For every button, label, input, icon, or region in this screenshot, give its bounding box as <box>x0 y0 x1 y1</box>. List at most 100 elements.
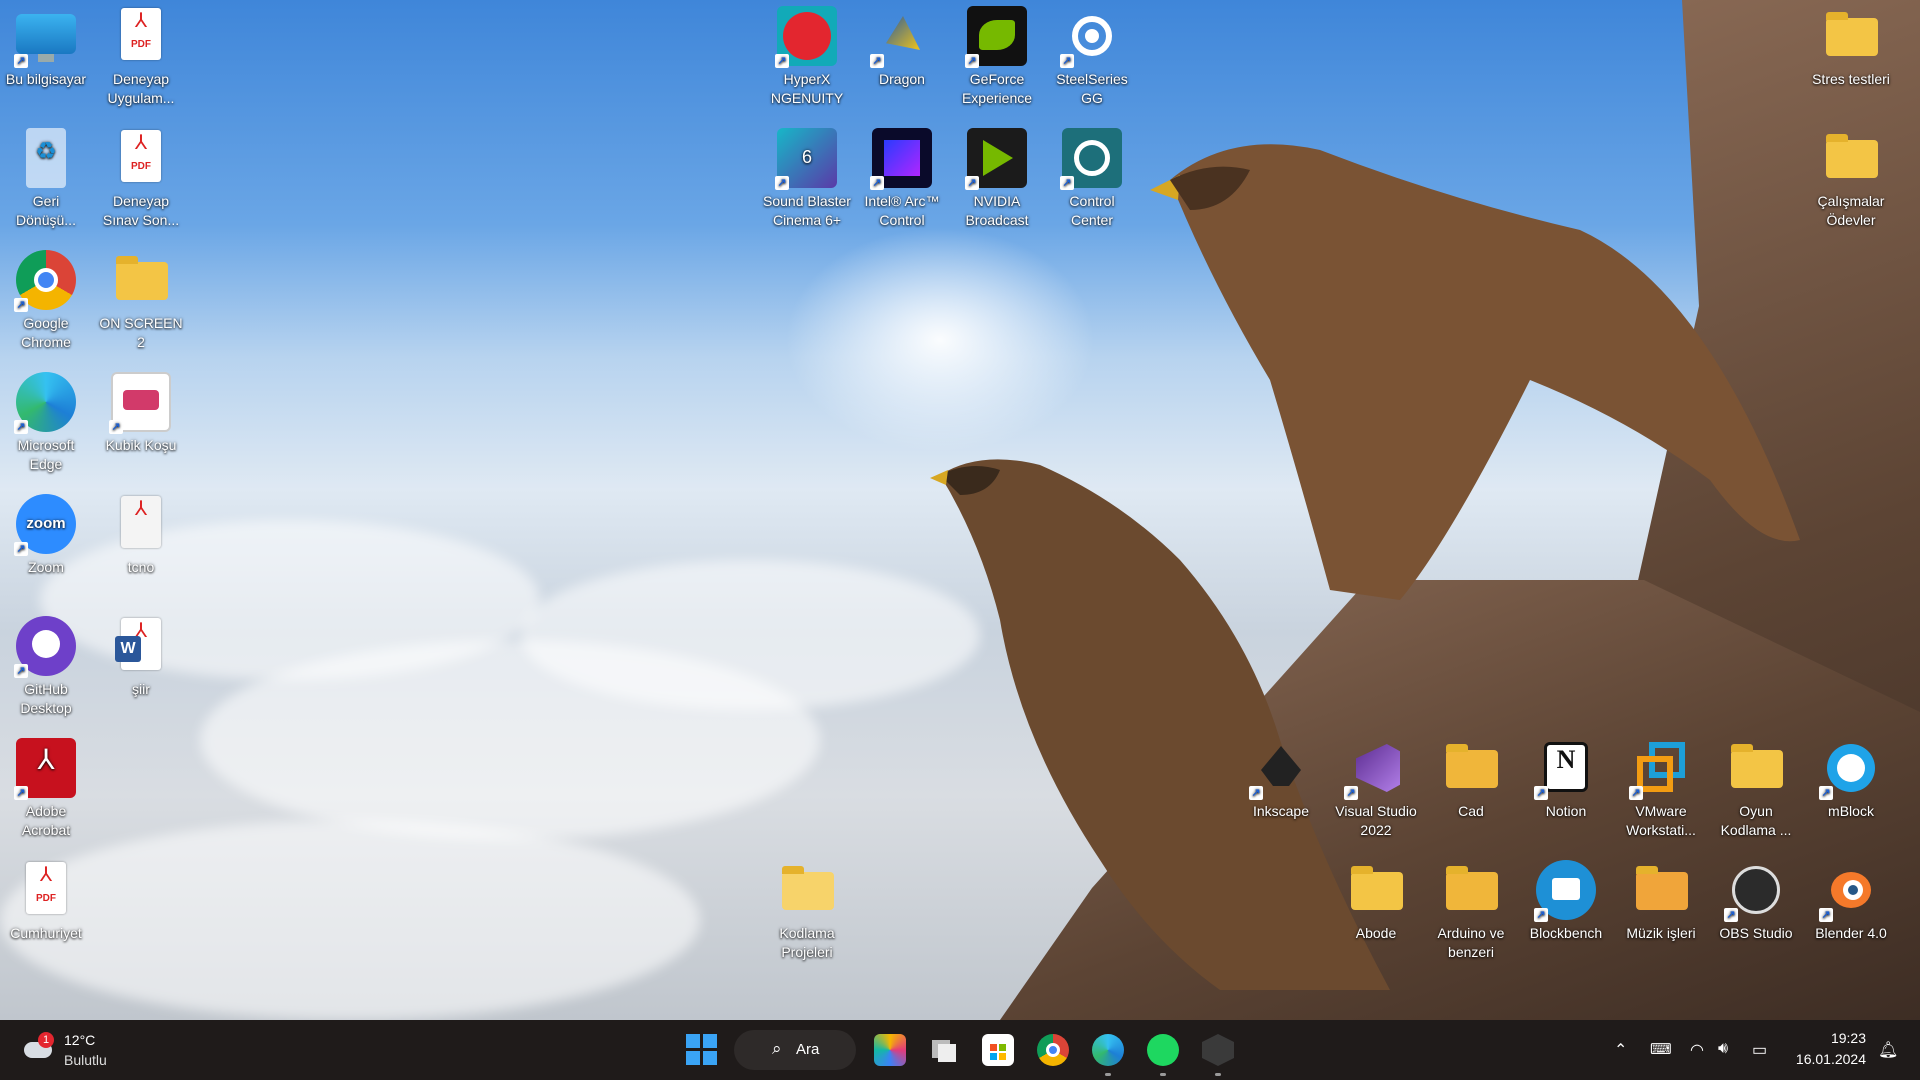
taskbar: 1 12°C Bulutlu ⌕ Ara ⌃ ⌨ ◠ 🔊︎ ▭ 19:23 16… <box>0 1020 1920 1080</box>
desktop-icon-muzik-isleri[interactable]: Müzik işleri <box>1615 854 1707 943</box>
desktop-icon-calismalar[interactable]: Çalışmalar Ödevler <box>1805 122 1897 230</box>
desktop-icon-tcno[interactable]: tcno <box>95 488 187 577</box>
dragon-icon: ↗ <box>870 6 932 68</box>
shortcut-arrow-icon: ↗ <box>965 176 979 190</box>
shortcut-arrow-icon: ↗ <box>14 664 28 678</box>
desktop-icon-label: Abode <box>1355 925 1397 941</box>
shortcut-arrow-icon: ↗ <box>1819 908 1833 922</box>
store-icon[interactable] <box>982 1034 1014 1066</box>
desktop-icon-arduino[interactable]: Arduino ve benzeri <box>1425 854 1517 962</box>
monitor-icon: ↗ <box>14 6 76 68</box>
desktop-icon-abode[interactable]: Abode <box>1330 854 1422 943</box>
desktop-icon-sound-blaster[interactable]: 6 ↗ Sound Blaster Cinema 6+ <box>761 122 853 230</box>
desktop-icon-zoom[interactable]: zoom ↗ Zoom <box>0 488 92 577</box>
sound-blaster-icon: 6 ↗ <box>775 128 837 190</box>
hyperx-icon: ↗ <box>775 6 837 68</box>
app-icon[interactable] <box>1202 1034 1234 1066</box>
desktop-icon-label: Kodlama Projeleri <box>779 925 835 960</box>
desktop-icon-mblock[interactable]: ↗ mBlock <box>1805 732 1897 821</box>
desktop-icon-siir[interactable]: W şiir <box>95 610 187 699</box>
spotify-icon[interactable] <box>1147 1034 1179 1066</box>
desktop-icon-label: Visual Studio 2022 <box>1335 803 1417 838</box>
desktop-icon-visual-studio[interactable]: ↗ Visual Studio 2022 <box>1330 732 1422 840</box>
clock[interactable]: 19:23 16.01.2024 <box>1790 1028 1866 1070</box>
volume-icon[interactable]: 🔊︎ <box>1718 1040 1728 1058</box>
wifi-icon[interactable]: ◠ <box>1690 1040 1704 1060</box>
desktop-icon-github-desktop[interactable]: ↗ GitHub Desktop <box>0 610 92 718</box>
battery-icon[interactable]: ▭ <box>1752 1040 1767 1060</box>
shortcut-arrow-icon: ↗ <box>870 176 884 190</box>
running-indicator <box>1215 1073 1221 1076</box>
folder-icon <box>1821 6 1881 66</box>
desktop-icon-nvidia-broadcast[interactable]: ↗ NVIDIA Broadcast <box>951 122 1043 230</box>
desktop-icon-obs-studio[interactable]: ↗ OBS Studio <box>1710 854 1802 943</box>
shortcut-arrow-icon: ↗ <box>775 176 789 190</box>
shortcut-arrow-icon: ↗ <box>14 420 28 434</box>
weather-widget[interactable]: 1 12°C Bulutlu <box>20 1028 130 1072</box>
desktop-icon-adobe-acrobat[interactable]: ⅄ ↗ Adobe Acrobat <box>0 732 92 840</box>
desktop-icon-hyperx[interactable]: ↗ HyperX NGENUITY <box>761 0 853 108</box>
desktop-icon-inkscape[interactable]: ↗ Inkscape <box>1235 732 1327 821</box>
shortcut-arrow-icon: ↗ <box>1060 176 1074 190</box>
desktop-icon-label: mBlock <box>1828 803 1874 819</box>
desktop-icon-steelseries[interactable]: ↗ SteelSeries GG <box>1046 0 1138 108</box>
desktop-icon-deneyap-sinav[interactable]: PDF Deneyap Sınav Son... <box>95 122 187 230</box>
desktop-icon-stres-testleri[interactable]: Stres testleri <box>1805 0 1897 89</box>
desktop-icon-bu-bilgisayar[interactable]: ↗ Bu bilgisayar <box>0 0 92 89</box>
weather-condition: Bulutlu <box>64 1052 107 1068</box>
shortcut-arrow-icon: ↗ <box>1344 786 1358 800</box>
desktop-icon-label: Deneyap Sınav Son... <box>102 193 180 228</box>
shortcut-arrow-icon: ↗ <box>1629 786 1643 800</box>
copilot-icon[interactable] <box>874 1034 906 1066</box>
control-center-icon: ↗ <box>1060 128 1122 190</box>
shortcut-arrow-icon: ↗ <box>1060 54 1074 68</box>
desktop-icon-google-chrome[interactable]: ↗ Google Chrome <box>0 244 92 352</box>
desktop-icon-dragon[interactable]: ↗ Dragon <box>856 0 948 89</box>
chevron-up-icon[interactable]: ⌃ <box>1614 1040 1627 1060</box>
keyboard-icon[interactable]: ⌨ <box>1650 1040 1672 1058</box>
shortcut-arrow-icon: ↗ <box>14 298 28 312</box>
github-icon: ↗ <box>14 616 76 678</box>
desktop-icon-label: Sound Blaster Cinema 6+ <box>763 193 851 228</box>
desktop-icon-vmware[interactable]: ↗ VMware Workstati... <box>1615 732 1707 840</box>
desktop-icon-label: Geri Dönüşü... <box>16 193 76 228</box>
desktop-icon-label: Blockbench <box>1529 925 1603 941</box>
running-indicator <box>1160 1073 1166 1076</box>
shortcut-arrow-icon: ↗ <box>14 542 28 556</box>
desktop-icon-blockbench[interactable]: ↗ Blockbench <box>1520 854 1612 943</box>
recycle-bin-icon: ♻ <box>16 128 76 188</box>
desktop-icon-cumhuriyet[interactable]: PDF Cumhuriyet <box>0 854 92 943</box>
shortcut-arrow-icon: ↗ <box>14 54 28 68</box>
desktop-icon-label: Microsoft Edge <box>17 437 75 472</box>
cloud-shape <box>0 820 700 1020</box>
shortcut-arrow-icon: ↗ <box>775 54 789 68</box>
intel-arc-icon: ↗ <box>870 128 932 190</box>
search-label: Ara <box>796 1041 820 1058</box>
desktop[interactable]: ↗ Bu bilgisayar PDF Deneyap Uygulam... ♻… <box>0 0 1920 1020</box>
desktop-icon-intel-arc[interactable]: ↗ Intel® Arc™ Control <box>856 122 948 230</box>
taskbar-search[interactable]: ⌕ Ara <box>734 1030 856 1070</box>
desktop-icon-kubik-kosu[interactable]: ↗ Kubik Koşu <box>95 366 187 455</box>
desktop-icon-blender[interactable]: ↗ Blender 4.0 <box>1805 854 1897 943</box>
acrobat-icon: ⅄ ↗ <box>14 738 76 800</box>
task-view-icon[interactable] <box>928 1034 960 1066</box>
edge-icon[interactable] <box>1092 1034 1124 1066</box>
chrome-icon[interactable] <box>1037 1034 1069 1066</box>
shortcut-arrow-icon: ↗ <box>109 420 123 434</box>
desktop-icon-microsoft-edge[interactable]: ↗ Microsoft Edge <box>0 366 92 474</box>
desktop-icon-notion[interactable]: N ↗ Notion <box>1520 732 1612 821</box>
desktop-icon-label: Control Center <box>1069 193 1115 228</box>
desktop-icon-kodlama-projeleri[interactable]: Kodlama Projeleri <box>761 854 853 962</box>
desktop-icon-geri-donusum[interactable]: ♻ Geri Dönüşü... <box>0 122 92 230</box>
desktop-icon-oyun-kodlama[interactable]: Oyun Kodlama ... <box>1710 732 1802 840</box>
start-button[interactable] <box>686 1034 718 1066</box>
desktop-icon-cad[interactable]: Cad <box>1425 732 1517 821</box>
notification-bell-icon[interactable]: 🔔︎ <box>1878 1040 1898 1060</box>
blender-icon: ↗ <box>1819 860 1881 922</box>
pdf-icon: PDF <box>111 6 171 66</box>
desktop-icon-deneyap-uygulam[interactable]: PDF Deneyap Uygulam... <box>95 0 187 108</box>
desktop-icon-on-screen-2[interactable]: ON SCREEN 2 <box>95 244 187 352</box>
zoom-icon: zoom ↗ <box>14 494 76 556</box>
desktop-icon-geforce[interactable]: ↗ GeForce Experience <box>951 0 1043 108</box>
desktop-icon-control-center[interactable]: ↗ Control Center <box>1046 122 1138 230</box>
